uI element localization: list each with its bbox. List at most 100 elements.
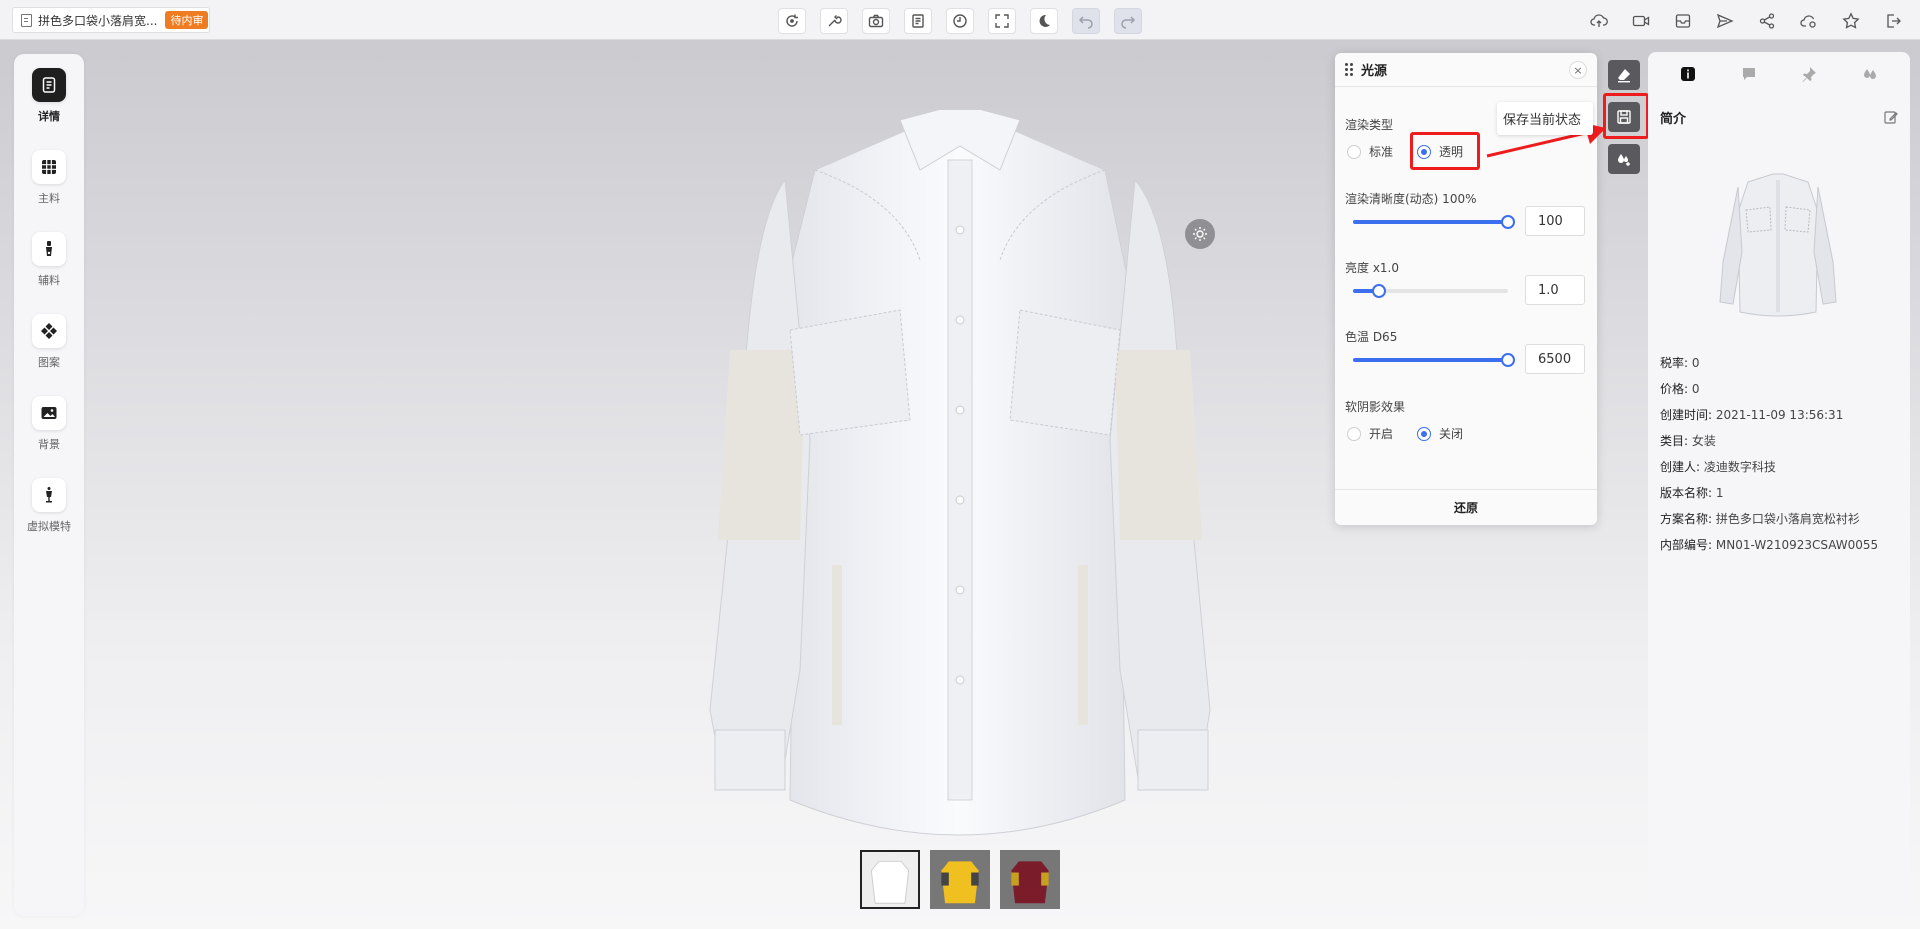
garment-thumbnail [1719,173,1837,317]
drag-handle-icon[interactable] [1345,63,1353,76]
render-type-label: 渲染类型 [1345,118,1394,132]
fullscreen-icon [995,14,1009,28]
nav-background[interactable]: 背景 [14,396,84,452]
radio-label: 关闭 [1439,427,1464,441]
brightness-label: 亮度 x1.0 [1345,261,1400,275]
radio-label: 开启 [1369,427,1394,441]
nav-accessories[interactable]: 辅料 [14,232,84,288]
add-drops-icon [1618,154,1630,166]
color-temp-slider[interactable] [1353,353,1515,367]
center-tools [778,8,1142,34]
info-icon [1681,67,1696,81]
zipper-icon [32,232,66,266]
document-title: 拼色多口袋小落肩宽... [38,13,158,28]
tab-info[interactable] [1676,62,1700,86]
night-mode-button[interactable] [1030,8,1058,34]
document-icon [32,68,66,102]
undo-button[interactable] [1072,8,1100,34]
slider-knob[interactable] [1372,284,1387,298]
drops-icon [1863,69,1876,79]
rotate-button[interactable] [778,8,806,34]
info-row-creator: 创建人: 凌迪数字科技 [1660,460,1776,474]
slider-knob[interactable] [1501,215,1515,229]
tools-button[interactable] [820,8,848,34]
fullscreen-button[interactable] [988,8,1016,34]
colorway-thumb-white[interactable] [860,850,920,909]
radio-circle [1347,144,1361,159]
info-row-version: 版本名称: 1 [1660,486,1724,500]
undo-icon [1078,16,1093,29]
record-video-button[interactable] [1628,8,1654,34]
document-tab[interactable]: 拼色多口袋小落肩宽... 待内审 [12,7,210,33]
highlight-box-transparent [1410,132,1480,170]
nav-label: 辅料 [38,274,60,287]
send-button[interactable] [1712,8,1738,34]
info-panel: 简介 税率: 0 价格: 0 创建时间: 2021-11-09 13:56:31… [1648,52,1910,918]
fabric-grid-icon [32,150,66,184]
redo-icon [1121,16,1136,29]
info-row-category: 类目: 女装 [1660,434,1716,448]
brightness-input[interactable]: 1.0 [1525,275,1585,305]
nav-main-fabric[interactable]: 主料 [14,150,84,206]
info-row-code: 内部编号: MN01-W210923CSAW0055 [1660,538,1879,552]
panel-title: 光源 [1361,64,1388,79]
right-tools [1586,8,1906,34]
color-temp-input[interactable]: 6500 [1525,344,1585,374]
redo-button[interactable] [1114,8,1142,34]
edit-icon[interactable] [1884,110,1898,124]
tab-pins[interactable] [1797,62,1821,86]
reset-button[interactable]: 还原 [1335,489,1597,525]
share-icon [1759,13,1775,29]
top-toolbar: 拼色多口袋小落肩宽... 待内审 [0,0,1920,40]
status-badge: 待内审 [165,11,209,29]
box-icon [1675,14,1691,28]
eraser-icon [1618,69,1630,83]
clarity-input[interactable]: 100 [1525,206,1585,236]
info-panel-tabs [1648,52,1910,96]
pages-button[interactable] [904,8,932,34]
share-button[interactable] [1754,8,1780,34]
cloud-upload-icon [1590,14,1608,27]
nav-label: 主料 [38,192,60,205]
soft-shadow-label: 软阴影效果 [1345,400,1406,414]
nav-details[interactable]: 详情 [14,68,84,124]
info-title: 简介 [1660,112,1687,127]
tab-comments[interactable] [1737,62,1761,86]
colorway-thumb-yellow[interactable] [930,850,990,909]
image-icon [32,396,66,430]
radio-shadow-off[interactable]: 关闭 [1417,425,1463,442]
send-icon [1716,13,1734,29]
clarity-slider[interactable] [1353,215,1515,229]
clock-icon [953,14,967,28]
radio-circle [1347,426,1361,441]
slider-fill [1353,358,1508,362]
radio-shadow-on[interactable]: 开启 [1347,425,1393,442]
cloud-settings-button[interactable] [1796,8,1822,34]
exit-button[interactable] [1880,8,1906,34]
garment-3d-view[interactable] [700,110,1220,870]
slider-knob[interactable] [1501,353,1515,367]
nav-label: 背景 [38,438,60,451]
camera-button[interactable] [862,8,890,34]
comment-icon [1742,68,1755,80]
radio-standard[interactable]: 标准 [1347,143,1393,160]
info-row-price: 价格: 0 [1660,382,1700,396]
brightness-slider[interactable] [1353,284,1508,298]
nav-label: 详情 [38,110,60,123]
nav-virtual-model[interactable]: 虚拟模特 [14,478,84,534]
favorite-button[interactable] [1838,8,1864,34]
cloud-upload-button[interactable] [1586,8,1612,34]
add-light-button[interactable] [1608,144,1640,174]
colorway-thumb-burgundy[interactable] [1000,850,1060,909]
export-button[interactable] [1670,8,1696,34]
nav-pattern[interactable]: 图案 [14,314,84,370]
close-button[interactable]: × [1569,61,1587,79]
nav-label: 图案 [38,356,60,369]
eraser-tool-button[interactable] [1608,60,1640,90]
mannequin-icon [32,478,66,512]
panel-header[interactable]: 光源 × [1335,53,1597,87]
tab-materials[interactable] [1858,62,1882,86]
timer-button[interactable] [946,8,974,34]
light-toggle-button[interactable] [1185,219,1215,249]
color-temp-label: 色温 D65 [1345,330,1398,344]
